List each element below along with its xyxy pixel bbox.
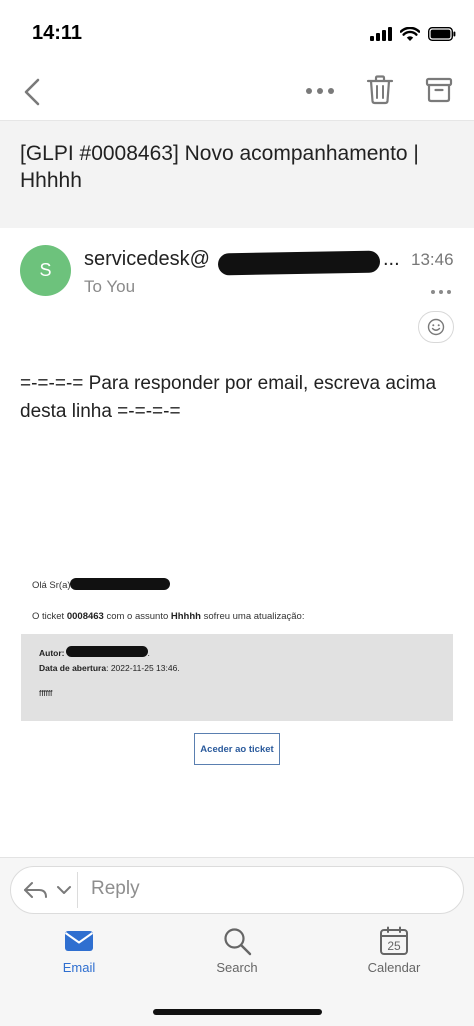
calendar-icon: 25 [380, 926, 408, 955]
message-more-button[interactable] [430, 283, 452, 294]
email-subject: [GLPI #0008463] Novo acompanhamento | Hh… [20, 142, 419, 192]
reply-bar[interactable] [10, 866, 464, 914]
archive-icon [425, 77, 453, 103]
recipient-line[interactable]: To You [84, 277, 135, 297]
sender-avatar[interactable]: S [20, 245, 71, 296]
opening-date-value: : 2022-11-25 13:46. [106, 663, 180, 673]
reply-marker-text: =-=-=-= Para responder por email, escrev… [20, 373, 437, 422]
ellipsis-icon [306, 88, 334, 94]
wifi-icon [400, 26, 420, 41]
update-suffix: sofreu uma atualização: [200, 611, 305, 622]
status-icons [370, 24, 456, 44]
tab-email-label: Email [62, 960, 96, 975]
opening-date-line: Data de abertura: 2022-11-25 13:46. [39, 663, 180, 673]
more-options-button[interactable] [304, 76, 336, 106]
archive-button[interactable] [424, 74, 454, 106]
back-button[interactable] [18, 72, 48, 112]
ticket-number: 0008463 [66, 611, 104, 622]
ellipsis-icon [431, 290, 451, 294]
redaction-mark [66, 646, 148, 657]
reply-input[interactable]: Reply [91, 878, 140, 900]
followup-content: ffffff [39, 688, 53, 698]
reply-divider [77, 872, 78, 908]
status-time: 14:11 [32, 22, 83, 44]
home-indicator [153, 1009, 322, 1015]
trash-icon [366, 75, 394, 105]
battery-icon [428, 27, 456, 41]
chevron-left-icon [24, 78, 40, 106]
reply-icon [24, 882, 47, 898]
tab-calendar[interactable]: 25 Calendar [334, 926, 454, 975]
mail-icon [64, 931, 94, 951]
reply-options-button[interactable] [22, 878, 78, 902]
update-middle: com o assunto [103, 611, 171, 622]
tab-email[interactable]: Email [19, 926, 139, 975]
redaction-mark [217, 250, 381, 276]
update-prefix: O ticket [32, 611, 67, 622]
reaction-button[interactable] [418, 311, 454, 343]
access-ticket-button[interactable]: Aceder ao ticket [194, 733, 280, 765]
greeting-text: Olá Sr(a) [32, 580, 71, 591]
update-text: O ticket 0008463 com o assunto Hhhhh sof… [32, 611, 304, 622]
ticket-subject: Hhhhh [170, 611, 201, 622]
cellular-signal-icon [370, 27, 392, 41]
redaction-mark [70, 578, 170, 590]
calendar-day: 25 [387, 939, 401, 953]
email-time: 13:46 [411, 250, 454, 269]
delete-button[interactable] [364, 72, 396, 108]
opening-date-label: Data de abertura [39, 663, 107, 673]
tab-search[interactable]: Search [177, 926, 297, 975]
sender-address[interactable]: servicedesk@ [84, 248, 210, 271]
search-icon [224, 928, 252, 956]
tab-search-label: Search [216, 960, 258, 975]
tab-calendar-label: Calendar [367, 960, 421, 975]
smiley-icon [427, 318, 445, 336]
autor-label: Autor: [39, 648, 65, 658]
chevron-down-icon [57, 886, 71, 894]
sender-ellipsis: ... [383, 248, 400, 270]
